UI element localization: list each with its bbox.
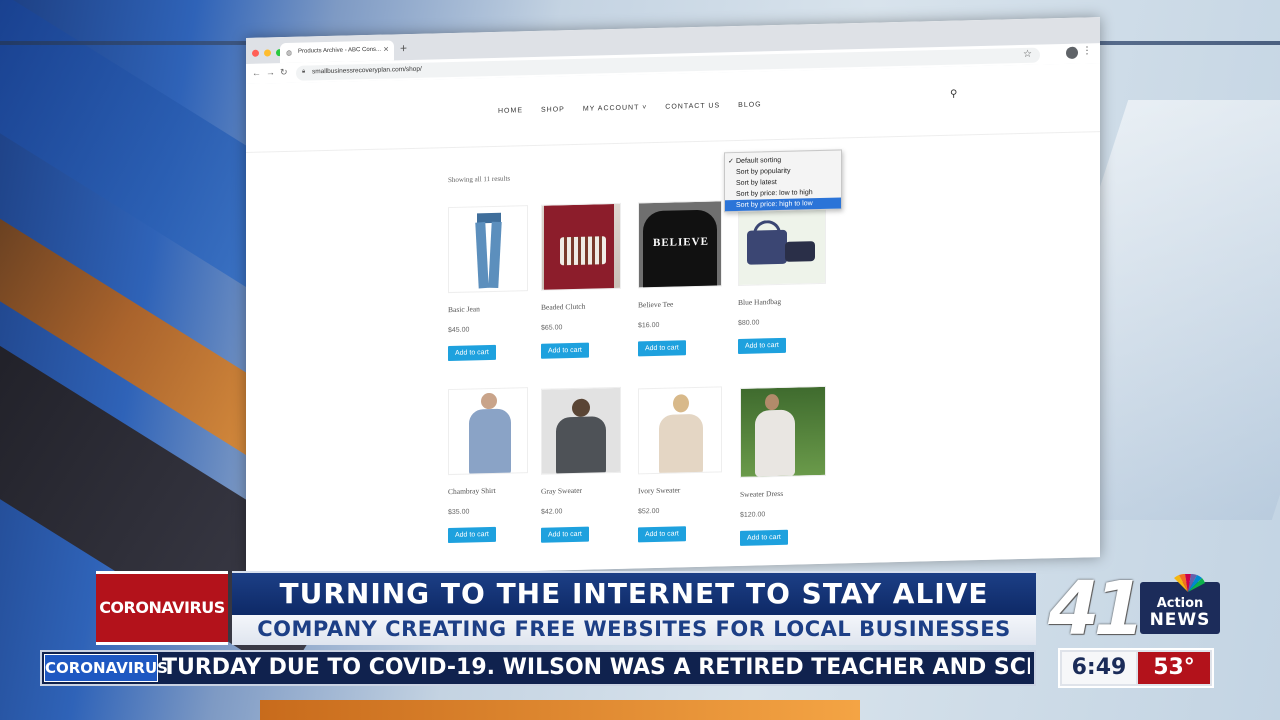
product-name[interactable]: Basic Jean [448,303,534,314]
product-price: $52.00 [638,507,660,516]
product-card[interactable]: Beaded Clutch $65.00 Add to cart [541,202,627,359]
nav-home[interactable]: HOME [498,107,523,115]
time-temp-box: 6:49 53° [1058,648,1214,688]
nav-blog[interactable]: BLOG [738,101,761,109]
product-price: $80.00 [738,319,760,327]
browser-window: ◍ Products Archive - ABC Cons... ✕ + ← →… [246,17,1100,579]
channel-number: 41 [1048,566,1145,652]
product-card[interactable]: Sweater Dress $120.00 Add to cart [740,385,826,546]
back-icon[interactable]: ← [252,68,261,78]
add-to-cart-button[interactable]: Add to cart [638,340,686,357]
product-name[interactable]: Sweater Dress [740,488,826,499]
product-price: $16.00 [638,321,660,330]
nav-shop[interactable]: SHOP [541,106,565,114]
checkmark-icon: ✓ [728,158,734,166]
nav-my-account[interactable]: MY ACCOUNT ˅ [583,104,647,113]
browser-tab[interactable]: ◍ Products Archive - ABC Cons... ✕ [280,40,394,64]
product-name[interactable]: Blue Handbag [738,296,824,307]
product-price: $35.00 [448,508,470,517]
category-label-box: CORONAVIRUS [96,571,228,645]
tee-print-text: BELIEVE [653,235,709,250]
nav-contact-us[interactable]: CONTACT US [665,102,720,110]
sort-dropdown-menu[interactable]: ✓ Default sorting Sort by popularity Sort… [724,149,842,213]
peacock-icon [1174,574,1205,592]
ticker-tag-text: CORONAVIRUS [45,659,168,677]
product-image[interactable] [541,202,621,291]
product-name[interactable]: Chambray Shirt [448,485,534,496]
product-image[interactable] [638,386,722,475]
search-icon[interactable]: ⚲ [950,89,957,100]
product-card[interactable]: Gray Sweater $42.00 Add to cart [541,386,627,543]
headline-text: TURNING TO THE INTERNET TO STAY ALIVE [279,577,989,610]
product-image[interactable] [448,205,528,294]
product-card[interactable]: BELIEVE Believe Tee $16.00 Add to cart [638,200,724,357]
bookmark-star-icon[interactable]: ☆ [1023,49,1032,60]
temperature: 53° [1138,652,1210,684]
product-image[interactable]: BELIEVE [638,200,722,289]
product-card[interactable]: Ivory Sweater $52.00 Add to cart [638,386,724,543]
news-ticker: CORONAVIRUS TURDAY DUE TO COVID-19. WILS… [40,650,1036,686]
headline-bar: TURNING TO THE INTERNET TO STAY ALIVE [232,571,1036,615]
product-name[interactable]: Ivory Sweater [638,484,724,495]
product-card[interactable]: Basic Jean $45.00 Add to cart [448,205,534,362]
logo-action-text: Action [1156,596,1204,611]
globe-icon: ◍ [286,49,293,58]
product-image[interactable] [448,387,528,476]
results-count: Showing all 11 results [448,174,511,185]
product-name[interactable]: Gray Sweater [541,485,627,496]
category-label: CORONAVIRUS [99,598,225,617]
close-window-button[interactable] [252,49,259,57]
clock-time: 6:49 [1062,652,1136,684]
subhead-text: COMPANY CREATING FREE WEBSITES FOR LOCAL… [257,617,1011,641]
add-to-cart-button[interactable]: Add to cart [738,337,786,354]
product-card[interactable]: Chambray Shirt $35.00 Add to cart [448,387,534,544]
minimize-window-button[interactable] [264,49,271,57]
add-to-cart-button[interactable]: Add to cart [638,526,686,543]
ticker-tag: CORONAVIRUS [44,654,168,682]
logo-news-text: NEWS [1149,610,1211,630]
product-price: $45.00 [448,326,470,335]
new-tab-icon[interactable]: + [400,41,407,55]
product-card[interactable]: Blue Handbag $80.00 Add to cart [738,197,826,354]
add-to-cart-button[interactable]: Add to cart [740,529,788,546]
menu-kebab-icon[interactable]: ⋮ [1082,45,1092,56]
subhead-bar: COMPANY CREATING FREE WEBSITES FOR LOCAL… [232,615,1036,645]
reload-icon[interactable]: ↻ [280,67,288,78]
close-tab-icon[interactable]: ✕ [383,46,389,54]
add-to-cart-button[interactable]: Add to cart [448,344,496,362]
profile-avatar-icon[interactable] [1066,46,1078,59]
product-name[interactable]: Beaded Clutch [541,301,627,312]
url-text: smallbusinessrecoveryplan.com/shop/ [312,65,422,76]
sort-option-price-high-low[interactable]: Sort by price: high to low [725,197,841,212]
station-logo: 41 Action NEWS [1048,566,1224,652]
product-image[interactable] [541,386,621,475]
forward-icon[interactable]: → [266,67,275,77]
tab-title: Products Archive - ABC Cons... [298,46,382,55]
product-price: $120.00 [740,511,766,519]
add-to-cart-button[interactable]: Add to cart [541,342,589,359]
ticker-crawl-text: TURDAY DUE TO COVID-19. WILSON WAS A RET… [162,655,1030,680]
site-navigation: HOME SHOP MY ACCOUNT ˅ CONTACT US BLOG [498,101,762,114]
lock-icon: 🔒︎ [302,68,306,75]
product-name[interactable]: Believe Tee [638,298,724,310]
window-controls [252,49,283,57]
product-price: $42.00 [541,508,563,516]
add-to-cart-button[interactable]: Add to cart [541,526,589,543]
product-price: $65.00 [541,324,563,332]
add-to-cart-button[interactable]: Add to cart [448,526,496,544]
divider [246,131,1100,153]
shop-page: HOME SHOP MY ACCOUNT ˅ CONTACT US BLOG ⚲… [246,63,1100,579]
product-image[interactable] [740,385,826,478]
